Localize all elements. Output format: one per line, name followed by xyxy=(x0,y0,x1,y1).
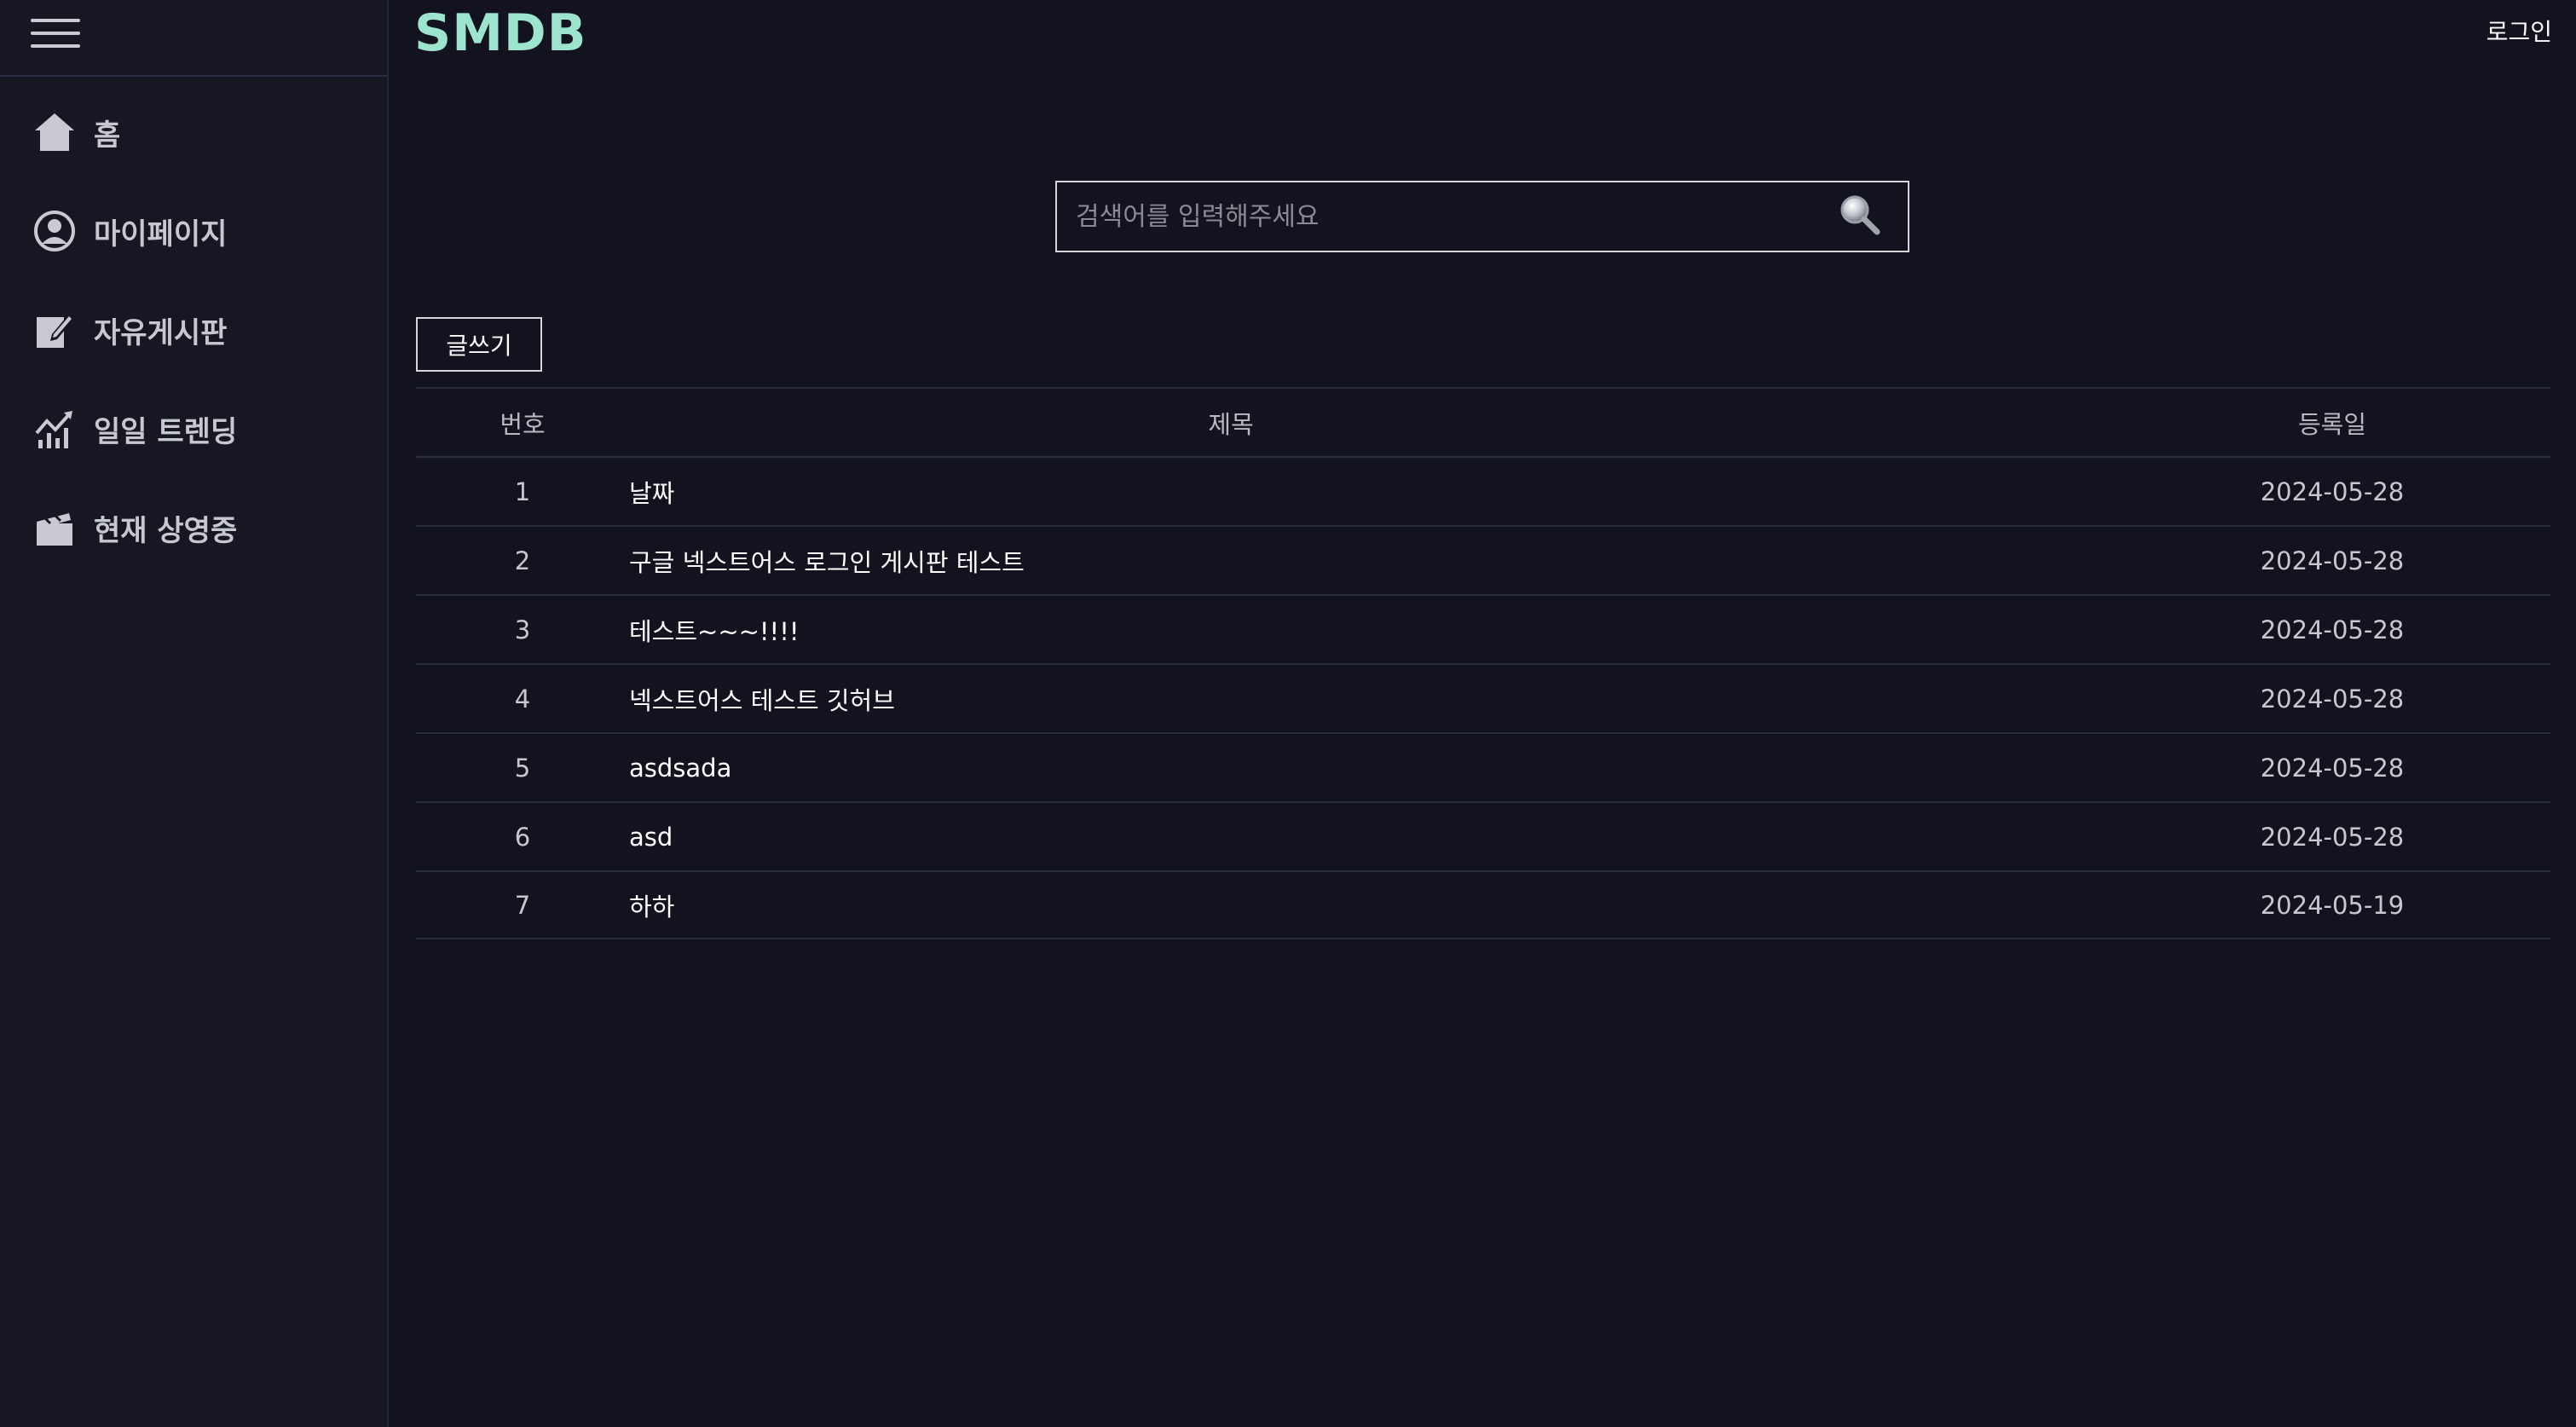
user-circle-icon xyxy=(31,207,78,255)
row-title[interactable]: 날짜 xyxy=(629,474,2114,510)
board-table: 번호 제목 등록일 1 날짜 2024-05-28 2 구글 넥스트어스 로그인… xyxy=(416,387,2550,939)
column-header-title: 제목 xyxy=(1208,409,1254,439)
sidebar: 홈 마이페이지 자유게시판 일일 트렌딩 현재 상영중 xyxy=(0,0,389,1427)
site-logo[interactable]: SMDB xyxy=(414,3,586,63)
row-title[interactable]: 넥스트어스 테스트 깃허브 xyxy=(629,681,2114,717)
row-number: 5 xyxy=(514,753,531,783)
sidebar-item-trending[interactable]: 일일 트렌딩 xyxy=(31,399,237,459)
row-date: 2024-05-28 xyxy=(2260,477,2405,506)
table-row[interactable]: 4 넥스트어스 테스트 깃허브 2024-05-28 xyxy=(416,663,2550,732)
row-date: 2024-05-28 xyxy=(2260,753,2405,783)
row-number: 6 xyxy=(514,822,531,852)
row-number: 4 xyxy=(514,684,531,714)
home-icon xyxy=(31,108,78,156)
table-row[interactable]: 3 테스트~~~!!!! 2024-05-28 xyxy=(416,594,2550,663)
table-row[interactable]: 7 하하 2024-05-19 xyxy=(416,870,2550,939)
row-number: 2 xyxy=(514,546,531,575)
row-title[interactable]: 테스트~~~!!!! xyxy=(629,612,2114,648)
table-row[interactable]: 2 구글 넥스트어스 로그인 게시판 테스트 2024-05-28 xyxy=(416,525,2550,594)
sidebar-item-label: 현재 상영중 xyxy=(94,513,238,548)
row-title[interactable]: asd xyxy=(629,823,2114,852)
row-date: 2024-05-28 xyxy=(2260,822,2405,852)
sidebar-item-label: 자유게시판 xyxy=(94,315,228,350)
edit-icon xyxy=(31,306,78,354)
row-date: 2024-05-28 xyxy=(2260,615,2405,644)
sidebar-item-mypage[interactable]: 마이페이지 xyxy=(31,201,227,261)
sidebar-item-label: 홈 xyxy=(94,118,121,153)
row-number: 1 xyxy=(514,477,531,506)
clapperboard-icon xyxy=(31,504,78,552)
row-date: 2024-05-19 xyxy=(2260,890,2405,920)
row-title[interactable]: 구글 넥스트어스 로그인 게시판 테스트 xyxy=(629,543,2114,579)
write-post-button[interactable]: 글쓰기 xyxy=(416,317,542,372)
sidebar-item-board[interactable]: 자유게시판 xyxy=(31,300,227,360)
row-number: 3 xyxy=(514,615,531,644)
search-icon[interactable] xyxy=(1836,193,1884,240)
sidebar-item-now-playing[interactable]: 현재 상영중 xyxy=(31,498,237,558)
table-row[interactable]: 6 asd 2024-05-28 xyxy=(416,801,2550,870)
sidebar-header xyxy=(0,0,387,77)
column-header-number: 번호 xyxy=(500,409,546,439)
login-link[interactable]: 로그인 xyxy=(2486,14,2552,48)
table-header: 번호 제목 등록일 xyxy=(416,387,2550,456)
column-header-date: 등록일 xyxy=(2297,409,2367,439)
sidebar-item-home[interactable]: 홈 xyxy=(31,102,120,162)
row-date: 2024-05-28 xyxy=(2260,546,2405,575)
sidebar-item-label: 일일 트렌딩 xyxy=(94,414,238,449)
row-title[interactable]: 하하 xyxy=(629,887,2114,923)
table-row[interactable]: 5 asdsada 2024-05-28 xyxy=(416,732,2550,801)
main-content: SMDB 로그인 글쓰기 번호 제목 등록일 xyxy=(390,0,2576,1427)
hamburger-menu-icon[interactable] xyxy=(31,17,80,49)
hamburger-line xyxy=(31,32,80,35)
hamburger-line xyxy=(31,19,80,22)
table-row[interactable]: 1 날짜 2024-05-28 xyxy=(416,456,2550,525)
row-title[interactable]: asdsada xyxy=(629,754,2114,783)
search-box xyxy=(1055,181,1909,252)
trending-chart-icon xyxy=(31,405,78,453)
row-number: 7 xyxy=(514,890,531,920)
search-input[interactable] xyxy=(1057,182,1908,251)
row-date: 2024-05-28 xyxy=(2260,684,2405,714)
sidebar-item-label: 마이페이지 xyxy=(94,217,228,251)
hamburger-line xyxy=(31,44,80,48)
